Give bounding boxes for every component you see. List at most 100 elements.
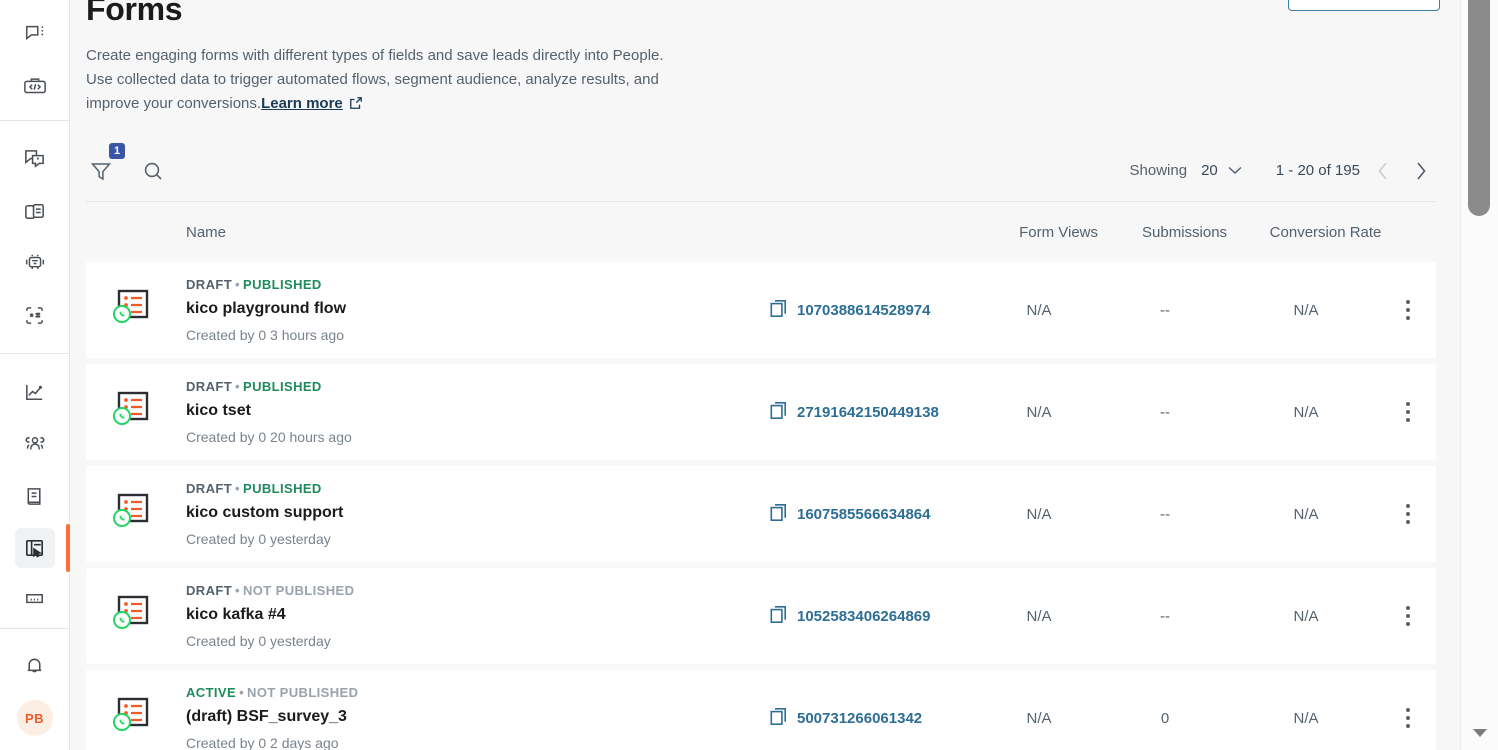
list-toolbar: 1 Showing 20 1 - 20 of 195	[86, 140, 1436, 202]
row-status: DRAFT • PUBLISHED	[186, 481, 770, 496]
toolbar-right: Showing 20 1 - 20 of 195	[1130, 156, 1436, 186]
row-submissions: --	[1160, 403, 1170, 421]
row-actions-menu-button[interactable]	[1380, 606, 1436, 626]
row-form-views: N/A	[1026, 505, 1052, 523]
copy-icon[interactable]	[770, 605, 787, 628]
page-size-select[interactable]: 20	[1201, 162, 1242, 179]
table-row[interactable]: ACTIVE • NOT PUBLISHED (draft) BSF_survey_…	[86, 670, 1436, 750]
form-whatsapp-icon	[110, 388, 186, 437]
row-form-id-value: 1070388614528974	[797, 301, 931, 319]
row-publish-badge: PUBLISHED	[243, 277, 322, 292]
row-form-id[interactable]: 27191642150449138	[770, 401, 980, 424]
table-row[interactable]: DRAFT • NOT PUBLISHED kico kafka #4 Create…	[86, 568, 1436, 664]
column-header-form-views: Form Views	[1019, 223, 1098, 241]
status-separator: •	[235, 481, 240, 496]
row-publish-badge: NOT PUBLISHED	[247, 685, 359, 700]
copy-icon[interactable]	[770, 299, 787, 322]
scroll-down-arrow-icon[interactable]	[1461, 720, 1498, 746]
user-avatar[interactable]: PB	[16, 700, 53, 736]
scrollbar-thumb[interactable]	[1468, 0, 1490, 216]
copy-icon[interactable]	[770, 503, 787, 526]
page-header: Forms Create engaging forms with differe…	[70, 0, 1460, 118]
sidebar-item-forms[interactable]	[14, 524, 70, 572]
row-state-badge: DRAFT	[186, 481, 233, 496]
row-submissions: 0	[1160, 709, 1170, 727]
row-actions-menu-button[interactable]	[1380, 402, 1436, 422]
nav-group-2	[0, 133, 69, 341]
nav-group-1	[0, 8, 69, 112]
row-conversion-rate: N/A	[1293, 403, 1319, 421]
row-form-id[interactable]: 500731266061342	[770, 707, 980, 730]
row-status: DRAFT • NOT PUBLISHED	[186, 583, 770, 598]
status-separator: •	[235, 379, 240, 394]
table-row[interactable]: DRAFT • PUBLISHED kico custom support Crea…	[86, 466, 1436, 562]
nav-group-3	[0, 366, 70, 620]
form-whatsapp-icon	[110, 490, 186, 539]
page-description-line-3: improve your conversions.	[86, 95, 262, 112]
row-main: DRAFT • PUBLISHED kico tset Created by 0 2…	[186, 379, 770, 445]
search-button[interactable]	[138, 156, 168, 186]
row-form-id[interactable]: 1052583406264869	[770, 605, 980, 628]
row-conversion-rate: N/A	[1293, 505, 1319, 523]
pagination-range: 1 - 20 of 195	[1275, 162, 1360, 179]
row-created-by: Created by 0 3 hours ago	[186, 327, 344, 343]
external-link-icon[interactable]	[349, 94, 363, 118]
copy-icon[interactable]	[770, 707, 787, 730]
row-form-id[interactable]: 1070388614528974	[770, 299, 980, 322]
chat-menu-icon[interactable]	[15, 14, 55, 54]
table-header: Name Form Views Submissions Conversion R…	[86, 202, 1436, 262]
row-submissions: --	[1160, 301, 1170, 319]
filter-button[interactable]: 1	[86, 142, 125, 186]
row-form-views: N/A	[1026, 607, 1052, 625]
row-main: DRAFT • PUBLISHED kico playground flow Cre…	[186, 277, 770, 343]
more-vertical-icon	[1406, 606, 1410, 626]
main-content: Forms Create engaging forms with differe…	[70, 0, 1460, 750]
row-submissions: --	[1160, 607, 1170, 625]
toolbar-left: 1	[86, 142, 168, 186]
showing-label: Showing	[1129, 162, 1188, 179]
more-vertical-icon	[1406, 402, 1410, 422]
bot-icon[interactable]	[15, 243, 55, 283]
row-form-id-value: 500731266061342	[797, 709, 923, 727]
forms-page: PB Forms Create engaging forms with diff…	[0, 0, 1498, 750]
row-form-views: N/A	[1026, 301, 1052, 319]
people-icon[interactable]	[15, 424, 55, 464]
next-page-button[interactable]	[1406, 156, 1436, 186]
row-actions-menu-button[interactable]	[1380, 300, 1436, 320]
book-icon[interactable]	[15, 476, 55, 516]
toolbox-code-icon[interactable]	[15, 66, 55, 106]
row-form-name: (draft) BSF_survey_3	[186, 708, 347, 725]
more-vertical-icon	[1406, 504, 1410, 524]
table-row[interactable]: DRAFT • PUBLISHED kico playground flow Cre…	[86, 262, 1436, 358]
row-form-id[interactable]: 1607585566634864	[770, 503, 980, 526]
page-scrollbar[interactable]	[1460, 0, 1498, 750]
row-state-badge: ACTIVE	[186, 685, 237, 700]
keyword-icon[interactable]	[15, 295, 55, 335]
row-publish-badge: PUBLISHED	[243, 379, 322, 394]
table-row[interactable]: DRAFT • PUBLISHED kico tset Created by 0 2…	[86, 364, 1436, 460]
prev-page-button[interactable]	[1368, 156, 1398, 186]
form-whatsapp-icon	[110, 694, 186, 743]
learn-more-link[interactable]: Learn more	[261, 95, 343, 112]
status-separator: •	[239, 685, 245, 700]
row-form-id-value: 1052583406264869	[797, 607, 931, 625]
copy-icon[interactable]	[770, 401, 787, 424]
row-conversion-rate: N/A	[1293, 709, 1319, 727]
row-actions-menu-button[interactable]	[1380, 708, 1436, 728]
row-status: DRAFT • PUBLISHED	[186, 379, 770, 394]
template-icon[interactable]	[15, 191, 55, 231]
bell-icon[interactable]	[15, 646, 55, 686]
widget-icon[interactable]	[15, 580, 55, 620]
broadcast-icon[interactable]	[15, 139, 55, 179]
row-publish-badge: NOT PUBLISHED	[243, 583, 355, 598]
row-form-name: kico custom support	[186, 504, 344, 521]
create-new-button[interactable]: CREATE NEW	[1287, 0, 1440, 11]
row-submissions: --	[1160, 505, 1170, 523]
row-created-by: Created by 0 yesterday	[186, 633, 331, 649]
column-header-conversion-rate: Conversion Rate	[1269, 223, 1382, 241]
form-whatsapp-icon	[110, 592, 186, 641]
analytics-icon[interactable]	[15, 372, 55, 412]
row-form-views: N/A	[1026, 403, 1052, 421]
row-actions-menu-button[interactable]	[1380, 504, 1436, 524]
status-separator: •	[235, 583, 240, 598]
